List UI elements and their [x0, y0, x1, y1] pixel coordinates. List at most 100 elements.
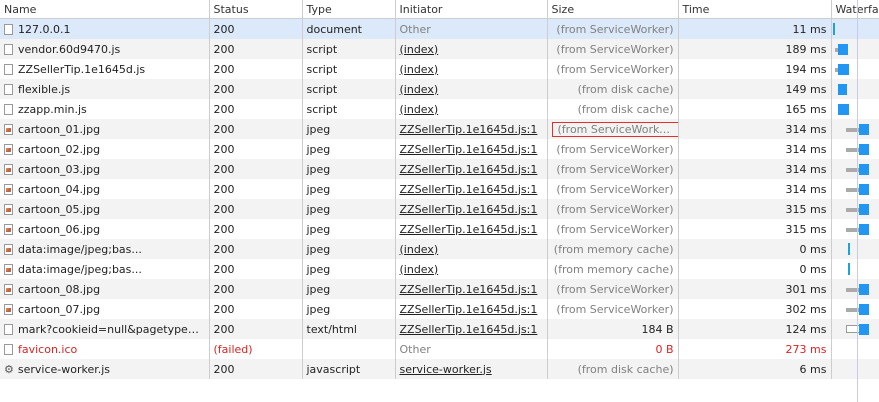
table-row[interactable]: flexible.js 200 script (index) (from disk ca… [0, 79, 879, 99]
cell-name[interactable]: flexible.js [0, 79, 210, 99]
initiator-text: Other [399, 22, 431, 36]
table-row[interactable]: cartoon_04.jpg 200 jpeg ZZSellerTip.1e1645d… [0, 179, 879, 199]
cell-type: jpeg [302, 259, 396, 279]
cell-initiator: service-worker.js [395, 359, 548, 379]
table-row[interactable]: cartoon_03.jpg 200 jpeg ZZSellerTip.1e1645d… [0, 159, 879, 179]
initiator-link[interactable]: ZZSellerTip.1e1645d.js:1 [400, 183, 538, 196]
request-name: favicon.ico [18, 342, 78, 356]
image-icon [4, 203, 13, 215]
cell-initiator: ZZSellerTip.1e1645d.js:1 [395, 139, 548, 159]
request-name: cartoon_07.jpg [18, 302, 101, 316]
cell-size: (from ServiceWorker) [547, 199, 679, 219]
cell-name[interactable]: mark?cookieid=null&pagetype=... [0, 319, 210, 339]
cell-name[interactable]: cartoon_08.jpg [0, 279, 210, 299]
table-row[interactable]: cartoon_02.jpg 200 jpeg ZZSellerTip.1e1645d… [0, 139, 879, 159]
cell-waterfall [831, 79, 879, 99]
initiator-link[interactable]: ZZSellerTip.1e1645d.js:1 [400, 223, 538, 236]
document-icon [4, 43, 13, 55]
table-row[interactable]: cartoon_08.jpg 200 jpeg ZZSellerTip.1e1645d… [0, 279, 879, 299]
column-header-initiator[interactable]: Initiator [395, 0, 548, 19]
cell-time: 314 ms [678, 119, 832, 139]
cell-waterfall [831, 39, 879, 59]
request-name: cartoon_03.jpg [18, 162, 101, 176]
cell-type: jpeg [302, 139, 396, 159]
initiator-link[interactable]: ZZSellerTip.1e1645d.js:1 [400, 123, 538, 136]
cell-name[interactable]: vendor.60d9470.js [0, 39, 210, 59]
table-row[interactable]: ZZSellerTip.1e1645d.js 200 script (index) (f… [0, 59, 879, 79]
cell-name[interactable]: favicon.ico [0, 339, 210, 359]
table-row[interactable]: cartoon_07.jpg 200 jpeg ZZSellerTip.1e1645d… [0, 299, 879, 319]
waterfall-bar [837, 104, 849, 115]
initiator-link[interactable]: ZZSellerTip.1e1645d.js:1 [400, 323, 538, 336]
cell-name[interactable]: cartoon_01.jpg [0, 119, 210, 139]
request-name: data:image/jpeg;bas... [18, 262, 142, 276]
table-row[interactable]: zzapp.min.js 200 script (index) (from disk c… [0, 99, 879, 119]
cell-size: (from ServiceWorker) [547, 299, 679, 319]
table-row[interactable]: 127.0.0.1 200 document Other (from ServiceWo… [0, 18, 879, 39]
cell-type: jpeg [302, 299, 396, 319]
document-icon [4, 63, 13, 75]
cell-size: (from memory cache) [547, 259, 679, 279]
table-row[interactable]: favicon.ico (failed) Other 0 B 273 ms [0, 339, 879, 359]
cell-waterfall [831, 179, 879, 199]
cell-name[interactable]: zzapp.min.js [0, 99, 210, 119]
cell-name[interactable]: cartoon_06.jpg [0, 219, 210, 239]
cell-waterfall [831, 239, 879, 259]
cell-time: 273 ms [678, 339, 832, 359]
cell-time: 6 ms [678, 359, 832, 379]
cell-time: 165 ms [678, 99, 832, 119]
cell-name[interactable]: cartoon_05.jpg [0, 199, 210, 219]
initiator-link[interactable]: (index) [400, 63, 439, 76]
request-name: cartoon_06.jpg [18, 222, 101, 236]
column-header-size[interactable]: Size [547, 0, 679, 19]
cell-name[interactable]: cartoon_03.jpg [0, 159, 210, 179]
table-row[interactable]: vendor.60d9470.js 200 script (index) (from S… [0, 39, 879, 59]
cell-initiator: (index) [395, 239, 548, 259]
cell-name[interactable]: ZZSellerTip.1e1645d.js [0, 59, 210, 79]
initiator-link[interactable]: (index) [400, 263, 439, 276]
cell-waterfall [831, 319, 879, 339]
cell-status: 200 [209, 199, 303, 219]
table-row[interactable]: cartoon_01.jpg 200 jpeg ZZSellerTip.1e1645d… [0, 119, 879, 139]
table-row[interactable]: data:image/jpeg;bas... 200 jpeg (index) (fro… [0, 239, 879, 259]
column-header-waterfall[interactable]: Waterfall [831, 0, 879, 19]
cell-name[interactable]: cartoon_02.jpg [0, 139, 210, 159]
table-row[interactable]: cartoon_06.jpg 200 jpeg ZZSellerTip.1e1645d… [0, 219, 879, 239]
table-row[interactable]: cartoon_05.jpg 200 jpeg ZZSellerTip.1e1645d… [0, 199, 879, 219]
waterfall-bar [858, 304, 869, 315]
cell-name[interactable]: data:image/jpeg;bas... [0, 239, 210, 259]
table-row[interactable]: data:image/jpeg;bas... 200 jpeg (index) (fro… [0, 259, 879, 279]
cell-name[interactable]: cartoon_07.jpg [0, 299, 210, 319]
cell-status: 200 [209, 18, 303, 39]
initiator-link[interactable]: (index) [400, 83, 439, 96]
table-row[interactable]: ⚙ service-worker.js 200 javascript service-w… [0, 359, 879, 379]
initiator-link[interactable]: ZZSellerTip.1e1645d.js:1 [400, 203, 538, 216]
column-header-status[interactable]: Status [209, 0, 303, 19]
cell-initiator: (index) [395, 99, 548, 119]
initiator-link[interactable]: (index) [400, 103, 439, 116]
initiator-link[interactable]: ZZSellerTip.1e1645d.js:1 [400, 163, 538, 176]
initiator-link[interactable]: ZZSellerTip.1e1645d.js:1 [400, 283, 538, 296]
table-row[interactable]: mark?cookieid=null&pagetype=... 200 text/h… [0, 319, 879, 339]
column-header-name[interactable]: Name [0, 0, 210, 19]
cell-status: 200 [209, 239, 303, 259]
waterfall-bar [858, 204, 869, 215]
initiator-link[interactable]: ZZSellerTip.1e1645d.js:1 [400, 143, 538, 156]
cell-size: (from ServiceWorker) [547, 159, 679, 179]
size-highlight-box: (from ServiceWorker) [551, 121, 677, 137]
cell-size: (from disk cache) [547, 359, 679, 379]
cell-type: script [302, 39, 396, 59]
cell-status: 200 [209, 159, 303, 179]
cell-name[interactable]: ⚙ service-worker.js [0, 359, 210, 379]
initiator-link[interactable]: (index) [400, 43, 439, 56]
cell-name[interactable]: data:image/jpeg;bas... [0, 259, 210, 279]
column-header-type[interactable]: Type [302, 0, 396, 19]
initiator-link[interactable]: service-worker.js [400, 363, 492, 376]
initiator-link[interactable]: (index) [400, 243, 439, 256]
column-header-time[interactable]: Time [678, 0, 832, 19]
cell-type: jpeg [302, 199, 396, 219]
initiator-link[interactable]: ZZSellerTip.1e1645d.js:1 [400, 303, 538, 316]
cell-name[interactable]: 127.0.0.1 [0, 18, 210, 39]
cell-name[interactable]: cartoon_04.jpg [0, 179, 210, 199]
cell-time: 124 ms [678, 319, 832, 339]
